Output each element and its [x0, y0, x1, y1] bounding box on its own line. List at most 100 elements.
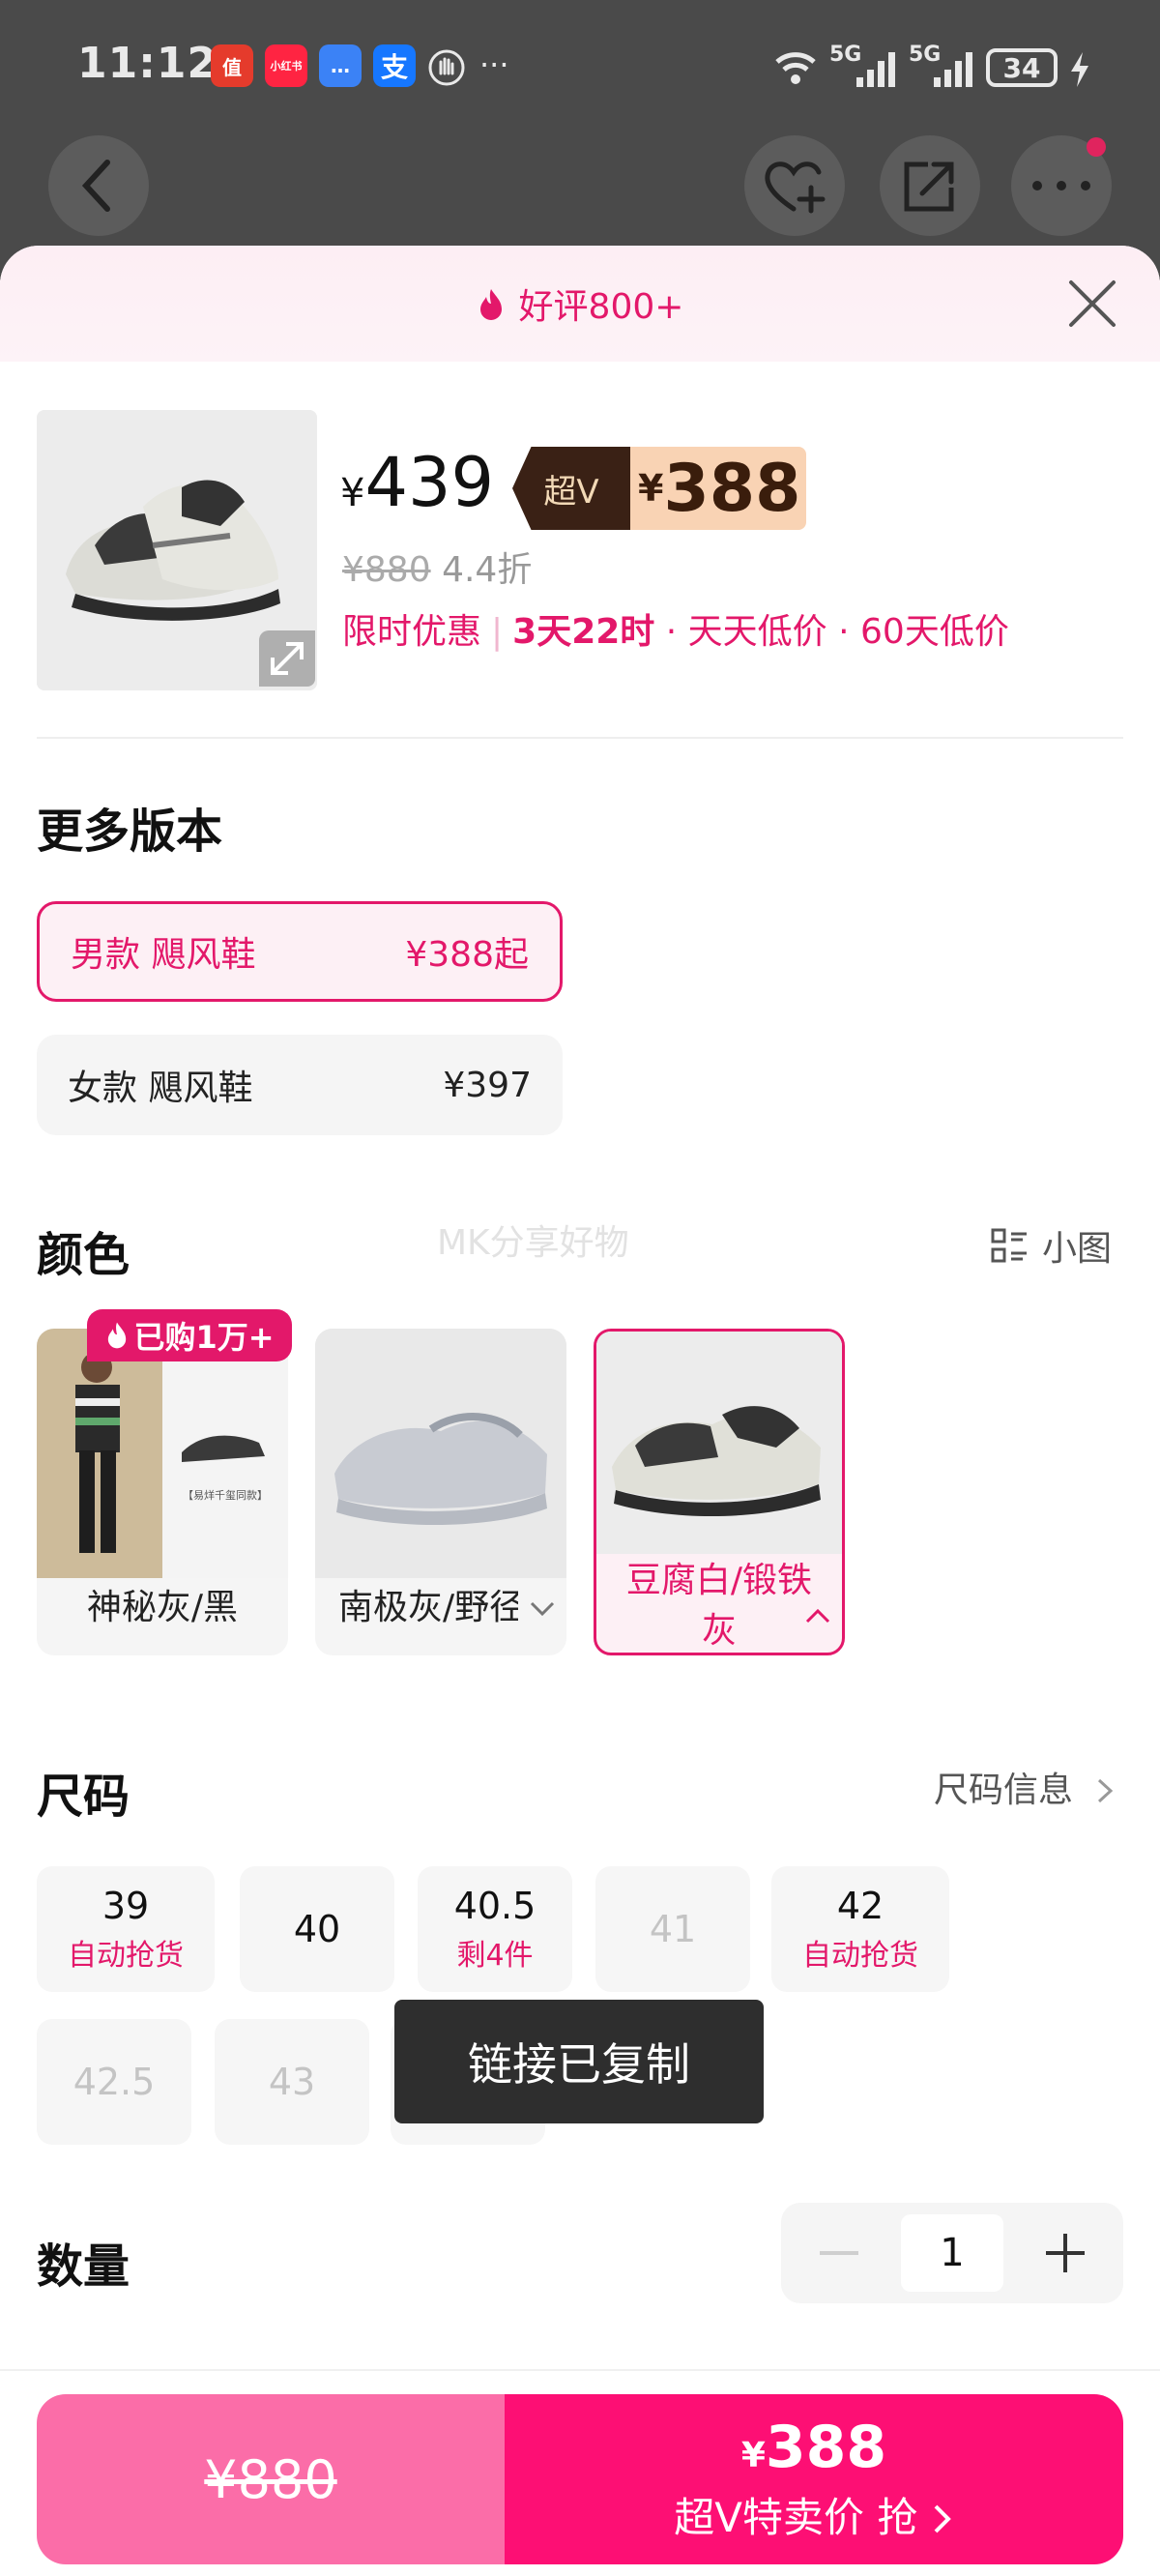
- signal-bars-icon-2: [932, 50, 976, 89]
- promo-tag-1: 天天低价: [687, 612, 827, 652]
- size-value: 40: [293, 1908, 341, 1950]
- close-button[interactable]: [1063, 275, 1121, 333]
- app-icon-message: …: [319, 44, 362, 87]
- quantity-value[interactable]: 1: [901, 2214, 1003, 2292]
- small-view-label: 小图: [1042, 1229, 1113, 1269]
- size-info-link[interactable]: 尺码信息: [934, 1762, 1116, 1812]
- vip-buy-button[interactable]: ¥388 超V特卖价 抢: [505, 2394, 1123, 2564]
- original-price-buy-button[interactable]: ¥880: [37, 2394, 505, 2564]
- buy-right-currency: ¥: [740, 2435, 766, 2475]
- expand-image-button[interactable]: [259, 630, 315, 687]
- color-option-mystery-grey[interactable]: 【易烊千玺同款】 神秘灰/黑: [37, 1329, 288, 1655]
- size-option-39[interactable]: 39 自动抢货: [37, 1866, 215, 1992]
- size-option-42-5[interactable]: 42.5: [37, 2019, 191, 2145]
- quantity-stepper: 1: [781, 2203, 1123, 2303]
- buy-right-label: 超V特卖价 抢: [674, 2493, 918, 2541]
- promo-tag-2: 60天低价: [860, 612, 1009, 652]
- promo-countdown: 3天22时: [512, 612, 655, 652]
- size-value: 41: [649, 1908, 697, 1950]
- small-view-toggle[interactable]: 小图: [990, 1220, 1112, 1271]
- original-price: ¥880: [342, 550, 431, 590]
- version-option-women[interactable]: 女款 飓风鞋 ¥397: [37, 1035, 563, 1135]
- expand-icon: [271, 642, 304, 675]
- version-price: ¥397: [443, 1065, 532, 1105]
- review-badge: 好评800+: [0, 278, 1160, 329]
- back-button[interactable]: [48, 135, 149, 236]
- original-price-row: ¥880 4.4折: [342, 542, 532, 592]
- review-badge-text: 好评800+: [518, 287, 684, 327]
- divider: [37, 737, 1123, 739]
- toast-link-copied: 链接已复制: [394, 2000, 764, 2123]
- size-value: 40.5: [453, 1885, 536, 1927]
- version-name: 男款 飓风鞋: [71, 935, 256, 975]
- bottom-divider: [0, 2369, 1160, 2371]
- notification-dot: [1087, 137, 1106, 157]
- color-option-tofu-white[interactable]: 豆腐白/锻铁灰: [594, 1329, 845, 1655]
- size-note: 自动抢货: [68, 1939, 184, 1973]
- versions-title: 更多版本: [37, 805, 223, 859]
- size-option-43[interactable]: 43: [215, 2019, 369, 2145]
- flame-icon: [479, 289, 502, 320]
- discount-label: 4.4折: [442, 550, 533, 590]
- color-image-caption: 【易烊千玺同款】: [183, 1489, 268, 1502]
- color-label: 神秘灰/黑: [86, 1588, 239, 1627]
- bought-badge: 已购1万+: [87, 1309, 292, 1361]
- color-option-antarctic-grey[interactable]: 南极灰/野径: [315, 1329, 566, 1655]
- size-option-40-5[interactable]: 40.5 剩4件: [418, 1866, 572, 1992]
- color-image: [315, 1329, 566, 1578]
- app-icon-alipay: 支: [373, 44, 416, 87]
- heart-plus-icon: [765, 161, 826, 214]
- hand-icon: [427, 48, 466, 87]
- app-icon-xiaohongshu: 小红书: [265, 44, 307, 87]
- charging-icon: [1067, 50, 1092, 89]
- size-option-41[interactable]: 41: [595, 1866, 750, 1992]
- sku-bottom-sheet: 好评800+ ¥439 超V ¥388 ¥880 4.4折 限时优惠 | 3天22时…: [0, 246, 1160, 2576]
- size-info-label: 尺码信息: [934, 1771, 1074, 1810]
- colors-title: 颜色: [37, 1228, 130, 1282]
- promo-label: 限时优惠: [342, 612, 482, 652]
- chevron-left-icon: [81, 160, 110, 212]
- size-value: 42.5: [72, 2061, 156, 2103]
- color-label: 南极灰/野径: [338, 1588, 518, 1627]
- chevron-right-icon: [934, 2504, 951, 2532]
- sizes-title: 尺码: [37, 1770, 130, 1824]
- signal-bars-icon-1: [855, 50, 899, 89]
- shoe-image-white: [596, 1332, 842, 1554]
- size-option-42[interactable]: 42 自动抢货: [771, 1866, 949, 1992]
- size-value: 43: [268, 2061, 316, 2103]
- vip-currency: ¥: [638, 467, 664, 510]
- current-price: ¥439: [340, 443, 494, 522]
- buy-right-label-row: 超V特卖价 抢: [674, 2490, 953, 2546]
- color-image: [37, 1329, 288, 1578]
- more-notifications-icon: ···: [479, 46, 509, 83]
- battery-indicator: 34: [986, 48, 1058, 87]
- watermark-text: MK分享好物: [437, 1223, 629, 1263]
- status-time: 11:12: [77, 39, 218, 88]
- size-note: 自动抢货: [802, 1939, 918, 1973]
- close-icon: [1069, 280, 1116, 327]
- share-button[interactable]: [880, 135, 980, 236]
- buy-left-price: ¥880: [204, 2448, 337, 2510]
- version-price: ¥388起: [405, 935, 529, 975]
- favorite-button[interactable]: [744, 135, 845, 236]
- vip-price-value: 388: [663, 450, 801, 527]
- size-value: 39: [102, 1885, 150, 1927]
- more-dots-icon: [1032, 181, 1090, 190]
- flame-icon: [108, 1322, 127, 1349]
- currency-symbol: ¥: [340, 471, 365, 515]
- size-option-40[interactable]: 40: [240, 1866, 394, 1992]
- decrement-button[interactable]: [781, 2203, 897, 2303]
- buy-right-price-value: 388: [765, 2413, 887, 2481]
- promo-row: 限时优惠 | 3天22时 · 天天低价 · 60天低价: [342, 612, 1009, 652]
- wifi-icon: [773, 48, 818, 87]
- vip-price: ¥388: [630, 447, 806, 530]
- current-price-value: 439: [364, 443, 495, 522]
- version-option-men[interactable]: 男款 飓风鞋 ¥388起: [37, 901, 563, 1002]
- vip-label: 超V: [512, 447, 630, 530]
- quantity-title: 数量: [37, 2239, 130, 2294]
- size-note: 剩4件: [456, 1939, 534, 1973]
- vip-price-tag: 超V ¥388: [512, 447, 806, 530]
- chevron-right-icon: [1098, 1778, 1114, 1803]
- increment-button[interactable]: [1007, 2203, 1123, 2303]
- share-icon: [904, 161, 954, 212]
